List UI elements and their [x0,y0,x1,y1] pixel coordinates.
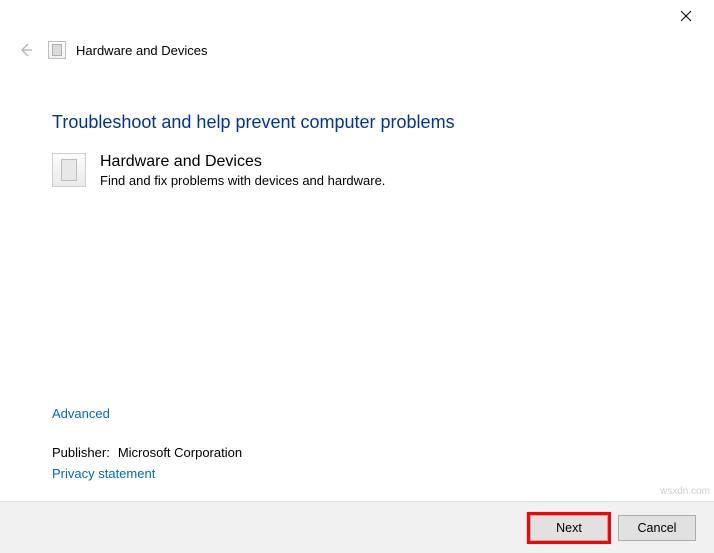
close-icon [680,10,692,22]
header-title: Hardware and Devices [76,43,208,58]
next-button[interactable]: Next [530,515,608,541]
watermark: wsxdn.com [660,486,710,497]
troubleshooter-item: Hardware and Devices Find and fix proble… [52,153,662,188]
privacy-link[interactable]: Privacy statement [52,466,155,481]
publisher-row: Publisher: Microsoft Corporation [52,445,242,460]
publisher-label: Publisher: [52,445,110,460]
footer: Next Cancel [0,501,714,553]
titlebar [0,0,714,32]
content-area: Troubleshoot and help prevent computer p… [0,68,714,188]
cancel-button[interactable]: Cancel [618,515,696,541]
header-row: Hardware and Devices [0,32,714,68]
close-button[interactable] [666,2,706,30]
item-title: Hardware and Devices [100,153,385,171]
back-arrow-icon [17,41,35,59]
page-heading: Troubleshoot and help prevent computer p… [52,112,662,133]
device-icon [52,153,86,187]
publisher-value: Microsoft Corporation [118,445,242,460]
item-description: Find and fix problems with devices and h… [100,173,385,188]
hardware-icon [48,41,66,59]
lower-section: Advanced Publisher: Microsoft Corporatio… [52,406,242,481]
back-button[interactable] [14,38,38,62]
advanced-link[interactable]: Advanced [52,406,110,421]
